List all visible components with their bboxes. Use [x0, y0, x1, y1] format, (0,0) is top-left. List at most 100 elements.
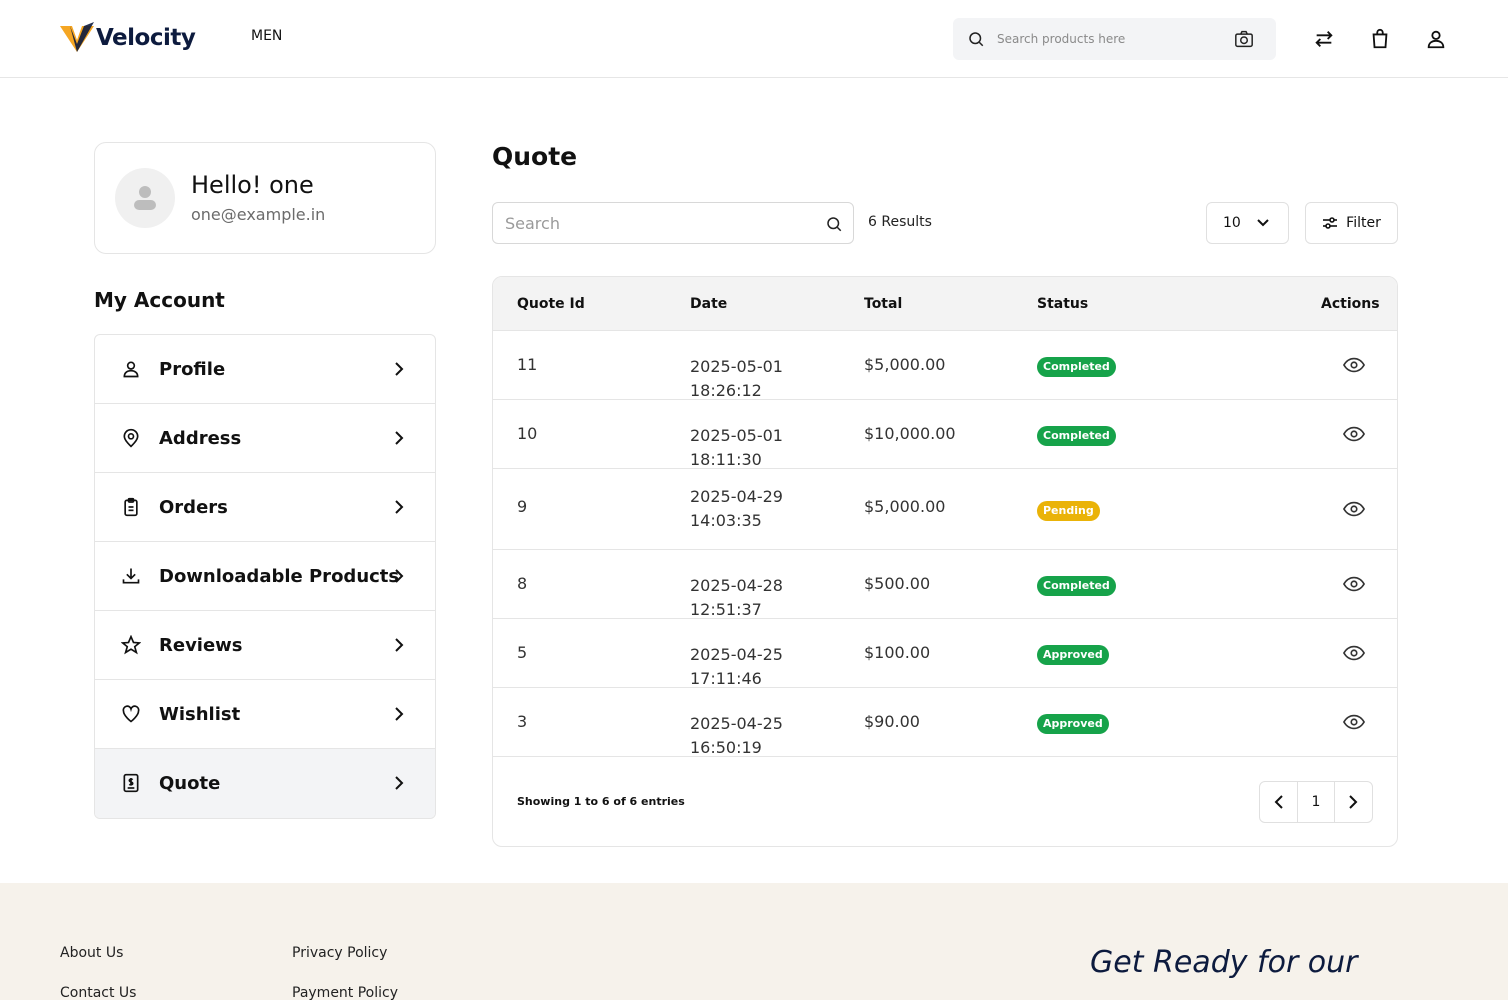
table-row: 10 2025-05-01 18:11:30 $10,000.00 Comple…	[493, 400, 1397, 469]
table-header: Quote Id Date Total Status Actions	[493, 277, 1397, 331]
sidebar-item-downloadable-products[interactable]: Downloadable Products	[95, 542, 435, 611]
per-page-select[interactable]: 10	[1206, 202, 1289, 244]
search-icon[interactable]	[825, 215, 843, 233]
site-header: Velocity MEN	[0, 0, 1508, 78]
quote-date: 2025-05-01 18:26:12	[690, 357, 783, 400]
sidebar-item-orders[interactable]: Orders	[95, 473, 435, 542]
star-icon	[121, 635, 141, 655]
quote-id: 8	[517, 574, 528, 593]
filter-button[interactable]: Filter	[1305, 202, 1398, 244]
chevron-right-icon	[395, 569, 404, 583]
account-menu: Profile Address Orders Downloadable Prod…	[94, 334, 436, 819]
quote-date: 2025-04-28 12:51:37	[690, 576, 783, 619]
search-icon	[969, 32, 984, 47]
results-count: 6 Results	[868, 214, 932, 230]
eye-icon[interactable]	[1343, 714, 1365, 730]
table-row: 5 2025-04-25 17:11:46 $100.00 Approved	[493, 619, 1397, 688]
quote-id: 9	[517, 497, 528, 516]
sidebar-item-label: Quote	[159, 773, 221, 794]
quotes-table: Quote Id Date Total Status Actions 11 20…	[492, 276, 1398, 847]
sliders-icon	[1323, 217, 1338, 229]
status-badge: Completed	[1037, 357, 1116, 377]
col-quote-id: Quote Id	[517, 296, 585, 312]
nav-item-men[interactable]: MEN	[251, 28, 282, 44]
sidebar-item-label: Downloadable Products	[159, 565, 400, 587]
sidebar-item-label: Orders	[159, 496, 228, 518]
col-total: Total	[864, 296, 903, 312]
eye-icon[interactable]	[1343, 426, 1365, 442]
location-pin-icon	[123, 428, 139, 448]
quote-total: $5,000.00	[864, 355, 946, 374]
velocity-logo-icon	[60, 22, 94, 52]
status-badge: Completed	[1037, 576, 1116, 596]
page-number-button[interactable]: 1	[1297, 782, 1335, 822]
quote-doc-icon	[123, 773, 139, 793]
heart-icon	[122, 705, 140, 723]
site-footer: About Us Contact Us Privacy Policy Payme…	[0, 883, 1508, 1000]
sidebar-item-quote[interactable]: Quote	[95, 749, 435, 818]
status-badge: Completed	[1037, 426, 1116, 446]
quote-search-input[interactable]	[505, 213, 805, 233]
product-search	[953, 18, 1276, 60]
download-icon	[122, 568, 140, 584]
newsletter-tagline: Get Ready for our	[1090, 945, 1358, 980]
avatar-placeholder-icon	[134, 186, 156, 210]
chevron-down-icon	[1257, 219, 1269, 227]
quote-total: $10,000.00	[864, 424, 956, 443]
col-status: Status	[1037, 296, 1089, 312]
sidebar-item-wishlist[interactable]: Wishlist	[95, 680, 435, 749]
entries-summary: Showing 1 to 6 of 6 entries	[517, 795, 685, 808]
brand-logo[interactable]: Velocity	[60, 22, 196, 54]
sidebar-item-address[interactable]: Address	[95, 404, 435, 473]
user-email: one@example.in	[191, 205, 326, 224]
footer-link-privacy[interactable]: Privacy Policy	[292, 945, 387, 961]
shopping-bag-icon[interactable]	[1369, 28, 1391, 50]
status-badge: Approved	[1037, 645, 1109, 665]
profile-card: Hello! one one@example.in	[94, 142, 436, 254]
chevron-right-icon	[395, 500, 404, 514]
page-title: Quote	[492, 142, 578, 171]
quote-id: 3	[517, 712, 528, 731]
chevron-right-icon	[395, 638, 404, 652]
table-row: 9 2025-04-29 14:03:35 $5,000.00 Pending	[493, 469, 1397, 550]
pagination: 1	[1259, 781, 1373, 823]
sidebar-item-label: Profile	[159, 358, 226, 380]
chevron-right-icon	[395, 431, 404, 445]
footer-link-contact[interactable]: Contact Us	[60, 985, 136, 1000]
quote-total: $5,000.00	[864, 497, 946, 516]
per-page-value: 10	[1223, 215, 1241, 231]
sidebar-item-label: Address	[159, 427, 242, 449]
quote-id: 5	[517, 643, 528, 662]
chevron-right-icon	[395, 776, 404, 790]
eye-icon[interactable]	[1343, 645, 1365, 661]
eye-icon[interactable]	[1343, 501, 1365, 517]
eye-icon[interactable]	[1343, 357, 1365, 373]
my-account-heading: My Account	[94, 288, 225, 312]
table-footer: Showing 1 to 6 of 6 entries 1	[493, 757, 1397, 846]
product-search-input[interactable]	[997, 32, 1217, 46]
user-account-icon[interactable]	[1425, 28, 1447, 50]
footer-link-payment[interactable]: Payment Policy	[292, 985, 398, 1000]
clipboard-icon	[124, 497, 138, 517]
footer-link-about[interactable]: About Us	[60, 945, 123, 961]
prev-page-button[interactable]	[1260, 782, 1297, 822]
filter-label: Filter	[1346, 215, 1381, 231]
status-badge: Pending	[1037, 501, 1100, 521]
sidebar-item-label: Reviews	[159, 634, 243, 656]
sidebar-item-profile[interactable]: Profile	[95, 335, 435, 404]
quote-date: 2025-05-01 18:11:30	[690, 426, 783, 469]
chevron-right-icon	[395, 707, 404, 721]
table-row: 8 2025-04-28 12:51:37 $500.00 Completed	[493, 550, 1397, 619]
quote-id: 10	[517, 424, 538, 443]
next-page-button[interactable]	[1335, 782, 1372, 822]
chevron-right-icon	[1349, 795, 1358, 809]
quote-total: $90.00	[864, 712, 920, 731]
eye-icon[interactable]	[1343, 576, 1365, 592]
user-icon	[123, 361, 139, 378]
camera-icon[interactable]	[1234, 30, 1254, 48]
table-row: 3 2025-04-25 16:50:19 $90.00 Approved	[493, 688, 1397, 757]
greeting-text: Hello! one	[191, 171, 314, 199]
sidebar-item-reviews[interactable]: Reviews	[95, 611, 435, 680]
compare-icon[interactable]	[1313, 28, 1335, 50]
brand-name: Velocity	[96, 25, 196, 51]
